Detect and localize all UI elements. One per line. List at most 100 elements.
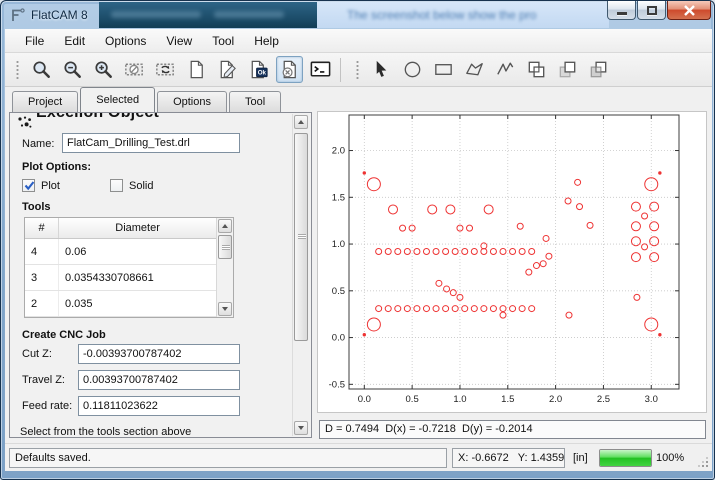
tab-options[interactable]: Options xyxy=(157,91,227,112)
toolbar-button-save-ok[interactable] xyxy=(245,56,272,83)
toolbar-button-draw-polygon[interactable] xyxy=(461,56,488,83)
progress-fill xyxy=(600,450,651,466)
menu-options[interactable]: Options xyxy=(95,31,156,51)
tab-selected[interactable]: Selected xyxy=(80,87,155,112)
drill-hole xyxy=(565,198,571,204)
tab-project[interactable]: Project xyxy=(12,91,78,112)
plot-checkbox-label: Plot xyxy=(41,180,60,192)
table-row[interactable]: 40.06 xyxy=(25,239,216,265)
toolbar-button-subtract[interactable] xyxy=(554,56,581,83)
menu-help[interactable]: Help xyxy=(244,31,289,51)
resize-grip[interactable] xyxy=(698,457,709,468)
drill-hole xyxy=(462,306,468,312)
tab-tool[interactable]: Tool xyxy=(229,91,281,112)
toolbar-button-union[interactable] xyxy=(523,56,550,83)
drill-hole xyxy=(395,249,401,255)
scroll-up-button[interactable] xyxy=(218,219,232,233)
cnc-field-input-travel-z[interactable] xyxy=(78,370,240,390)
scroll-down-button[interactable] xyxy=(294,421,308,435)
close-button[interactable] xyxy=(667,1,711,20)
zoom-in-icon xyxy=(92,58,115,81)
table-scrollbar[interactable] xyxy=(216,218,233,317)
toolbar-button-zoom-fit[interactable] xyxy=(28,56,55,83)
table-row[interactable]: 20.035 xyxy=(25,291,216,317)
drill-hole xyxy=(389,205,398,214)
table-cell: 4 xyxy=(25,239,59,264)
toolbar-button-select-pointer[interactable] xyxy=(368,56,395,83)
drill-hole xyxy=(414,249,420,255)
toolbar-button-draw-path[interactable] xyxy=(492,56,519,83)
drill-hole xyxy=(443,249,449,255)
menu-view[interactable]: View xyxy=(156,31,202,51)
toolbar-button-new-file[interactable] xyxy=(183,56,210,83)
status-message: Defaults saved. xyxy=(9,448,447,468)
triangle-up-icon xyxy=(298,120,304,124)
drill-hole xyxy=(526,269,532,275)
toolbar-button-clear-plot[interactable] xyxy=(121,56,148,83)
drill-hole xyxy=(510,306,516,312)
toolbar-button-draw-rectangle[interactable] xyxy=(430,56,457,83)
name-input[interactable] xyxy=(62,133,240,153)
tools-table: #Diameter40.0630.035433070866120.035 xyxy=(24,217,234,318)
select-pointer-icon xyxy=(370,58,393,81)
drill-hole xyxy=(566,312,572,318)
toolbar-button-draw-circle[interactable] xyxy=(399,56,426,83)
toolbar-button-cut-path[interactable] xyxy=(585,56,612,83)
y-tick-label: 0.5 xyxy=(332,286,345,297)
drill-hole xyxy=(517,223,523,229)
delete-object-icon xyxy=(278,58,301,81)
union-icon xyxy=(525,58,548,81)
toolbar-button-zoom-in[interactable] xyxy=(90,56,117,83)
x-tick-label: 2.0 xyxy=(549,394,562,405)
scroll-thumb[interactable] xyxy=(218,235,232,259)
toolbar-button-replot[interactable] xyxy=(152,56,179,83)
solid-checkbox-row: Solid xyxy=(110,179,153,192)
y-tick-label: 0.0 xyxy=(332,333,345,344)
panel-scrollbar[interactable] xyxy=(292,114,310,436)
drill-hole xyxy=(444,286,450,292)
toolbar-button-zoom-out[interactable] xyxy=(59,56,86,83)
solid-checkbox[interactable] xyxy=(110,179,123,192)
drill-hole xyxy=(650,253,659,262)
drill-hole xyxy=(631,202,640,211)
drill-hole xyxy=(500,312,506,318)
scroll-down-button[interactable] xyxy=(218,302,232,316)
titlebar[interactable]: FlatCAM 8 The screenshot below show the … xyxy=(1,1,715,29)
edit-file-icon xyxy=(216,58,239,81)
drill-hole xyxy=(587,222,593,228)
toolbar-button-delete-object[interactable] xyxy=(276,56,303,83)
scroll-thumb[interactable] xyxy=(294,133,308,341)
menu-file[interactable]: File xyxy=(15,31,54,51)
toolbar-button-shell[interactable] xyxy=(307,56,334,83)
plot-checkbox[interactable] xyxy=(22,179,35,192)
check-icon xyxy=(23,179,36,192)
maximize-button[interactable] xyxy=(637,1,666,20)
zoom-fit-icon xyxy=(30,58,53,81)
drill-hole xyxy=(540,261,546,267)
minimize-button[interactable] xyxy=(607,1,636,20)
drill-hole xyxy=(500,249,506,255)
table-row[interactable]: 30.0354330708661 xyxy=(25,265,216,291)
drill-hole xyxy=(446,205,455,214)
progress-bar xyxy=(599,449,652,467)
menu-edit[interactable]: Edit xyxy=(54,31,95,51)
cnc-field-input-feed-rate[interactable] xyxy=(78,396,240,416)
drill-hole xyxy=(450,290,456,296)
cnc-field-input-cut-z[interactable] xyxy=(78,344,240,364)
toolbar-button-edit-file[interactable] xyxy=(214,56,241,83)
plot-canvas[interactable]: 0.00.51.01.52.02.53.0-0.50.00.51.01.52.0 xyxy=(317,111,707,413)
menu-tool[interactable]: Tool xyxy=(202,31,244,51)
column-header-number: # xyxy=(25,218,59,238)
drill-hole xyxy=(385,249,391,255)
toolbar-drag-handle[interactable] xyxy=(355,59,360,81)
toolbar-drag-handle[interactable] xyxy=(15,59,20,81)
drill-hole xyxy=(490,306,496,312)
drill-hole xyxy=(519,249,525,255)
drill-hole xyxy=(510,249,516,255)
scroll-up-button[interactable] xyxy=(294,115,308,129)
drill-hole xyxy=(575,179,581,185)
drill-hole xyxy=(631,222,640,231)
toolbar-separator xyxy=(340,58,341,82)
drill-hole xyxy=(367,318,380,331)
tools-hint: Select from the tools section above xyxy=(20,426,191,438)
